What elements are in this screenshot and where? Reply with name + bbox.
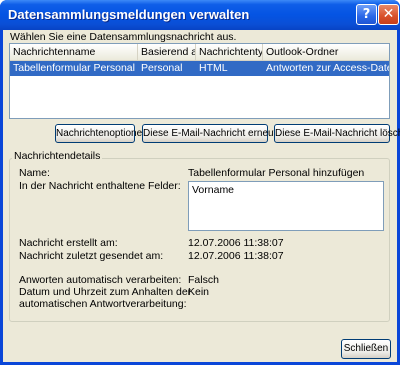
list-row-selected[interactable]: Tabellenformular Personal hin... Persona… [10,61,389,76]
row-based-on-cell: Personal [141,62,183,74]
auto-process-label: Anworten automatisch verarbeiten: [19,274,182,286]
close-window-button[interactable]: ✕ [378,4,399,25]
last-sent-value: 12.07.2006 11:38:07 [188,250,284,262]
last-sent-label: Nachricht zuletzt gesendet am: [19,250,164,262]
row-folder-cell: Antworten zur Access-Datensa... [266,62,389,74]
dialog-window: Datensammlungsmeldungen verwalten ? ✕ Wä… [0,0,400,365]
message-options-button[interactable]: Nachrichtenoptionen [55,124,148,143]
resend-message-button[interactable]: Diese E-Mail-Nachricht erneut senden [142,124,312,143]
window-title: Datensammlungsmeldungen verwalten [8,7,250,22]
name-value: Tabellenformular Personal hinzufügen [188,167,365,179]
message-list[interactable]: Nachrichtenname Basierend auf Nachrichte… [9,43,390,119]
column-header-name[interactable]: Nachrichtenname [10,44,138,60]
name-label: Name: [19,167,50,179]
list-header: Nachrichtenname Basierend auf Nachrichte… [10,44,389,61]
column-header-based-on[interactable]: Basierend auf [138,44,196,60]
created-label: Nachricht erstellt am: [19,237,118,249]
instruction-label: Wählen Sie eine Datensammlungsnachricht … [10,31,237,43]
auto-process-value: Falsch [188,274,219,286]
column-header-folder[interactable]: Outlook-Ordner [263,44,389,60]
message-details-legend: Nachrichtendetails [12,150,103,162]
row-type-cell: HTML [199,62,228,74]
row-name-cell: Tabellenformular Personal hin... [13,62,138,74]
fields-label: In der Nachricht enthaltene Felder: [19,180,181,192]
stop-datetime-value: Kein [188,286,210,298]
fields-textbox[interactable]: Vorname [188,181,384,231]
title-bar[interactable]: Datensammlungsmeldungen verwalten ? ✕ [0,0,400,30]
help-button[interactable]: ? [356,4,377,25]
fields-value: Vorname [192,184,235,196]
dialog-client-area: Wählen Sie eine Datensammlungsnachricht … [3,30,400,362]
delete-message-button[interactable]: Diese E-Mail-Nachricht löschen [274,124,400,143]
stop-datetime-label-line1: Datum und Uhrzeit zum Anhalten der [19,286,192,298]
created-value: 12.07.2006 11:38:07 [188,237,284,249]
close-button[interactable]: Schließen [341,339,391,359]
column-header-type[interactable]: Nachrichtentyp [196,44,263,60]
stop-datetime-label-line2: automatischen Antwortverarbeitung: [19,298,187,310]
